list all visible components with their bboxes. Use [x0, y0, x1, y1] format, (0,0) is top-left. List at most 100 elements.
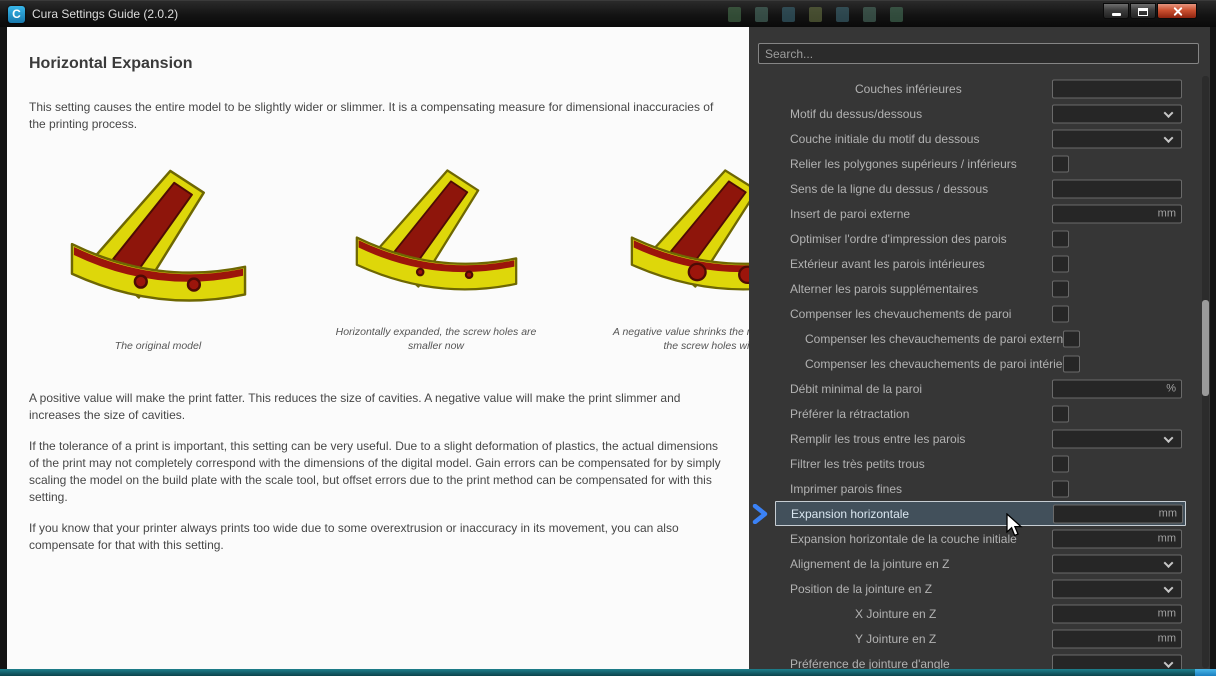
figures-row: The original model Horizontally expanded…	[52, 165, 749, 354]
setting-row[interactable]: Couches inférieures	[775, 76, 1186, 101]
setting-label: Débit minimal de la paroi	[790, 381, 923, 396]
figure-negative: A negative value shrinks the model, maki…	[608, 165, 749, 354]
setting-label: Imprimer parois fines	[790, 481, 903, 496]
scrollbar-thumb[interactable]	[1202, 300, 1209, 396]
setting-checkbox[interactable]	[1052, 305, 1069, 322]
setting-label: Motif du dessus/dessous	[790, 106, 923, 121]
article-paragraph: If the tolerance of a print is important…	[29, 438, 721, 504]
setting-row[interactable]: Remplir les trous entre les parois	[775, 426, 1186, 451]
window-content: Horizontal Expansion This setting causes…	[7, 27, 1210, 669]
taskbar-corner	[1195, 669, 1216, 676]
application-window: C Cura Settings Guide (2.0.2) Horizontal…	[0, 0, 1216, 676]
chevron-down-icon	[1163, 432, 1174, 443]
setting-input[interactable]: mm	[1052, 604, 1182, 623]
scrollbar[interactable]	[1202, 76, 1209, 668]
window-titlebar[interactable]: C Cura Settings Guide (2.0.2)	[0, 0, 1216, 27]
setting-row[interactable]: Imprimer parois fines	[775, 476, 1186, 501]
settings-panel: Couches inférieures Motif du dessus/desso…	[749, 27, 1210, 669]
figure-expanded: Horizontally expanded, the screw holes a…	[330, 165, 542, 354]
setting-input[interactable]: mm	[1052, 204, 1182, 223]
setting-checkbox[interactable]	[1052, 230, 1069, 247]
setting-dropdown[interactable]	[1052, 129, 1182, 148]
setting-label: Préférer la rétractation	[790, 406, 910, 421]
setting-checkbox[interactable]	[1052, 455, 1069, 472]
unit-label: mm	[1157, 632, 1176, 645]
close-button[interactable]	[1157, 3, 1197, 19]
setting-checkbox[interactable]	[1052, 255, 1069, 272]
setting-row[interactable]: Préférence de jointure d'angle	[775, 651, 1186, 669]
app-icon-letter: C	[12, 7, 21, 21]
article-panel: Horizontal Expansion This setting causes…	[7, 27, 749, 669]
chevron-down-icon	[1163, 132, 1174, 143]
setting-row[interactable]: Insert de paroi externe mm	[775, 201, 1186, 226]
setting-row[interactable]: Extérieur avant les parois intérieures	[775, 251, 1186, 276]
setting-checkbox[interactable]	[1052, 480, 1069, 497]
article-title: Horizontal Expansion	[29, 55, 193, 72]
chevron-down-icon	[1163, 107, 1174, 118]
setting-label: Position de la jointure en Z	[790, 581, 933, 596]
maximize-button[interactable]	[1130, 3, 1156, 19]
figure-caption: Horizontally expanded, the screw holes a…	[335, 326, 537, 352]
setting-label: Remplir les trous entre les parois	[790, 431, 966, 446]
setting-checkbox[interactable]	[1052, 155, 1069, 172]
setting-checkbox[interactable]	[1063, 355, 1080, 372]
setting-input[interactable]: mm	[1053, 504, 1183, 523]
setting-label: Préférence de jointure d'angle	[790, 656, 950, 670]
setting-input[interactable]: %	[1052, 379, 1182, 398]
cura-app-icon: C	[8, 6, 25, 23]
setting-row[interactable]: Alignement de la jointure en Z	[775, 551, 1186, 576]
setting-row[interactable]: Position de la jointure en Z	[775, 576, 1186, 601]
background-icon	[782, 7, 795, 22]
setting-dropdown[interactable]	[1052, 654, 1182, 669]
setting-row[interactable]: Compenser les chevauchements de paroi	[775, 301, 1186, 326]
unit-label: mm	[1158, 507, 1177, 520]
setting-row[interactable]: Débit minimal de la paroi%	[775, 376, 1186, 401]
setting-label: Alterner les parois supplémentaires	[790, 281, 979, 296]
mouse-cursor	[1006, 513, 1023, 537]
chevron-down-icon	[1163, 657, 1174, 668]
setting-dropdown[interactable]	[1052, 429, 1182, 448]
setting-row[interactable]: Motif du dessus/dessous	[775, 101, 1186, 126]
setting-row[interactable]: Optimiser l'ordre d'impression des paroi…	[775, 226, 1186, 251]
unit-label: mm	[1157, 532, 1176, 545]
setting-input[interactable]	[1052, 179, 1182, 198]
setting-dropdown[interactable]	[1052, 554, 1182, 573]
setting-checkbox[interactable]	[1063, 330, 1080, 347]
background-icon	[836, 7, 849, 22]
setting-label: Alignement de la jointure en Z	[790, 556, 950, 571]
setting-row[interactable]: Préférer la rétractation	[775, 401, 1186, 426]
setting-row[interactable]: Y Jointure en Z mm	[775, 626, 1186, 651]
setting-dropdown[interactable]	[1052, 579, 1182, 598]
background-icon	[755, 7, 768, 22]
setting-row[interactable]: Compenser les chevauchements de paroi ex…	[775, 326, 1186, 351]
setting-row[interactable]: Relier les polygones supérieurs / inféri…	[775, 151, 1186, 176]
setting-row[interactable]: Alterner les parois supplémentaires	[775, 276, 1186, 301]
setting-input[interactable]: mm	[1052, 629, 1182, 648]
setting-row[interactable]: Couche initiale du motif du dessous	[775, 126, 1186, 151]
model-image-negative	[630, 165, 749, 321]
setting-label: Compenser les chevauchements de paroi in…	[805, 356, 1063, 371]
setting-row[interactable]: X Jointure en Z mm	[775, 601, 1186, 626]
background-icon	[809, 7, 822, 22]
setting-label: Couche initiale du motif du dessous	[790, 131, 980, 146]
setting-label: Y Jointure en Z	[855, 631, 937, 646]
setting-input[interactable]	[1052, 79, 1182, 98]
setting-input[interactable]: mm	[1052, 529, 1182, 548]
setting-row[interactable]: Expansion horizontale mm	[752, 501, 1186, 526]
close-icon	[1172, 6, 1183, 17]
setting-checkbox[interactable]	[1052, 280, 1069, 297]
chevron-down-icon	[1163, 557, 1174, 568]
setting-checkbox[interactable]	[1052, 405, 1069, 422]
minimize-button[interactable]	[1103, 3, 1129, 19]
article-intro: This setting causes the entire model to …	[29, 100, 714, 132]
setting-label: Compenser les chevauchements de paroi	[790, 306, 1012, 321]
figure-caption: A negative value shrinks the model, maki…	[612, 326, 749, 352]
setting-dropdown[interactable]	[1052, 104, 1182, 123]
setting-row[interactable]: Sens de la ligne du dessus / dessous	[775, 176, 1186, 201]
setting-row[interactable]: Compenser les chevauchements de paroi in…	[775, 351, 1186, 376]
setting-row[interactable]: Expansion horizontale de la couche initi…	[775, 526, 1186, 551]
setting-row[interactable]: Filtrer les très petits trous	[775, 451, 1186, 476]
setting-label: Filtrer les très petits trous	[790, 456, 925, 471]
search-input[interactable]	[758, 43, 1199, 64]
maximize-icon	[1138, 7, 1148, 16]
